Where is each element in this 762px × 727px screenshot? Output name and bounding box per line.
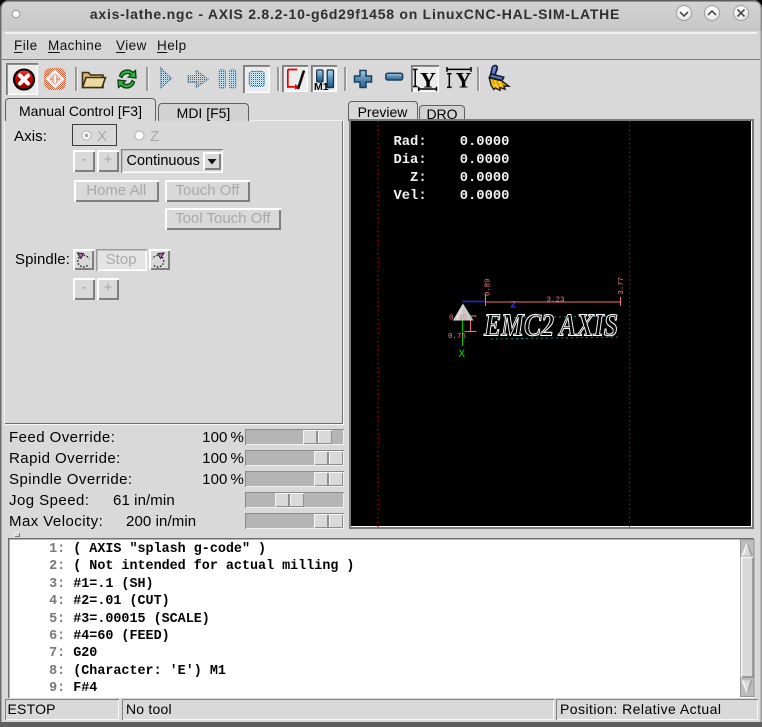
svg-text:EMC2 AXIS: EMC2 AXIS: [483, 307, 618, 343]
svg-text:M1: M1: [314, 81, 329, 92]
svg-text:X: X: [458, 349, 465, 361]
svg-text:3.77: 3.77: [618, 277, 626, 294]
svg-text:0.35: 0.35: [449, 315, 468, 323]
svg-text:3.23: 3.23: [546, 297, 565, 305]
svg-text:Y: Y: [455, 68, 471, 93]
svg-text:0.76: 0.76: [448, 333, 467, 341]
svg-text:0.89: 0.89: [484, 279, 492, 296]
svg-text:Y: Y: [420, 68, 436, 93]
